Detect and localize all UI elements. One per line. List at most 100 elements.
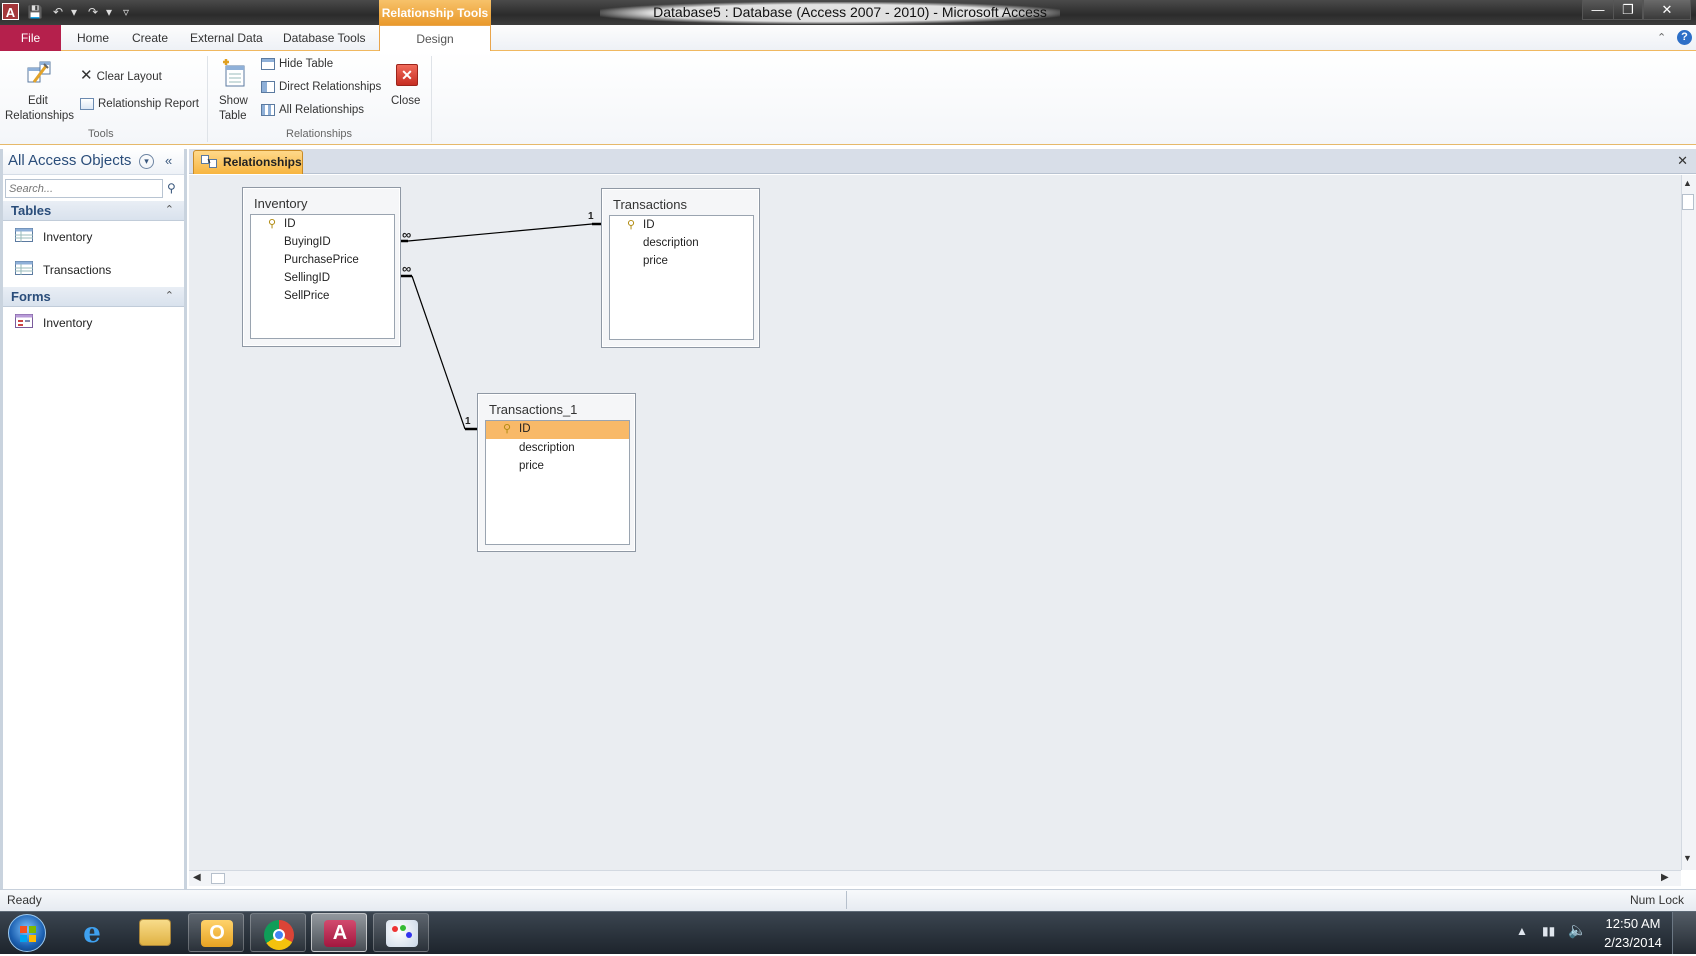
field-row-selected[interactable]: ⚲ ID <box>486 421 629 439</box>
scroll-down-arrow[interactable]: ▼ <box>1683 853 1692 863</box>
show-hidden-icons[interactable]: ▲ <box>1516 924 1528 938</box>
nav-section-tables[interactable]: Tables ⌃ <box>3 201 184 221</box>
vertical-scroll-thumb[interactable] <box>1682 194 1694 210</box>
taskbar-file-explorer[interactable] <box>127 913 183 952</box>
shutter-bar-collapse-icon[interactable]: « <box>165 153 172 168</box>
direct-relationships-button[interactable]: Direct Relationships <box>261 81 381 93</box>
relationships-canvas[interactable] <box>189 175 1681 870</box>
minimize-button[interactable]: — <box>1582 0 1614 20</box>
close-window-button[interactable]: ✕ <box>1643 0 1691 20</box>
horizontal-scroll-thumb[interactable] <box>211 873 225 884</box>
clear-layout-label: Clear Layout <box>96 71 162 83</box>
volume-icon[interactable]: 🔈 <box>1568 921 1587 939</box>
field-name: description <box>519 442 575 454</box>
collapse-section-icon[interactable]: ⌃ <box>165 203 174 216</box>
field-row[interactable]: SellingID <box>251 270 394 288</box>
tab-create[interactable]: Create <box>132 25 168 51</box>
taskbar-chrome[interactable] <box>250 913 306 952</box>
clock-time[interactable]: 12:50 AM <box>1598 916 1668 931</box>
search-icon[interactable]: ⚲ <box>167 181 176 195</box>
edit-relationships-icon[interactable] <box>24 58 54 88</box>
field-row[interactable]: price <box>486 458 629 476</box>
horizontal-scrollbar[interactable] <box>189 870 1681 886</box>
tools-group-label: Tools <box>88 128 114 140</box>
field-row[interactable]: PurchasePrice <box>251 252 394 270</box>
tab-external-data[interactable]: External Data <box>190 25 263 51</box>
edit-relationships-label-1[interactable]: Edit <box>28 95 48 107</box>
show-desktop-button[interactable] <box>1672 912 1696 954</box>
clear-layout-button[interactable]: ✕ Clear Layout <box>80 66 162 84</box>
save-icon[interactable]: 💾 <box>27 4 43 20</box>
field-list[interactable]: ⚲ ID description price <box>609 215 754 340</box>
vertical-scrollbar[interactable] <box>1681 175 1696 870</box>
edit-relationships-label-2[interactable]: Relationships <box>5 110 74 122</box>
tab-file[interactable]: File <box>0 25 61 51</box>
hide-table-button[interactable]: Hide Table <box>261 58 333 70</box>
table-name[interactable]: Inventory <box>254 196 307 211</box>
document-tab-bar <box>189 149 1696 174</box>
nav-section-forms[interactable]: Forms ⌃ <box>3 287 184 307</box>
close-document-icon[interactable]: ✕ <box>1677 153 1688 169</box>
nav-section-label: Forms <box>11 289 51 304</box>
table-name[interactable]: Transactions <box>613 197 687 212</box>
field-row[interactable]: ⚲ ID <box>251 216 394 234</box>
nav-item-inventory-form[interactable]: Inventory <box>3 308 184 338</box>
ribbon-separator <box>431 56 432 142</box>
help-icon[interactable]: ? <box>1677 30 1692 45</box>
scroll-right-arrow[interactable]: ▶ <box>1661 872 1669 883</box>
scroll-left-arrow[interactable]: ◀ <box>193 872 201 883</box>
access-icon: A <box>324 920 356 947</box>
redo-dropdown-icon[interactable]: ▾ <box>101 4 117 20</box>
network-icon[interactable]: ▮▮ <box>1542 924 1555 938</box>
relationship-report-label: Relationship Report <box>98 98 200 111</box>
undo-icon[interactable]: ↶ <box>50 4 66 20</box>
field-name: PurchasePrice <box>284 254 359 266</box>
taskbar-outlook[interactable]: O <box>188 913 244 952</box>
all-relationships-button[interactable]: All Relationships <box>261 104 364 116</box>
relationship-report-button[interactable]: Relationship Report <box>80 98 199 110</box>
minimize-ribbon-icon[interactable]: ⌃ <box>1657 31 1666 44</box>
field-row[interactable]: SellPrice <box>251 288 394 306</box>
one-cardinality-label: 1 <box>465 416 471 427</box>
scroll-up-arrow[interactable]: ▲ <box>1683 178 1692 188</box>
show-table-label-1[interactable]: Show <box>219 95 248 107</box>
field-row[interactable]: BuyingID <box>251 234 394 252</box>
tab-design[interactable]: Design <box>379 25 491 52</box>
nav-pane-title[interactable]: All Access Objects <box>8 152 131 169</box>
nav-item-label: Inventory <box>43 230 93 244</box>
close-relationships-label[interactable]: Close <box>391 95 420 107</box>
field-row[interactable]: ⚲ ID <box>610 217 753 235</box>
field-list[interactable]: ⚲ ID description price <box>485 420 630 545</box>
field-name: SellPrice <box>284 290 330 302</box>
collapse-section-icon[interactable]: ⌃ <box>165 289 174 302</box>
field-name: BuyingID <box>284 236 331 248</box>
start-button[interactable] <box>8 914 46 952</box>
redo-icon[interactable]: ↷ <box>85 4 101 20</box>
close-relationships-icon[interactable]: ✕ <box>396 64 418 86</box>
field-row[interactable]: price <box>610 253 753 271</box>
clock-date[interactable]: 2/23/2014 <box>1596 935 1670 950</box>
tab-home[interactable]: Home <box>77 25 109 51</box>
taskbar-paint[interactable] <box>373 913 429 952</box>
access-app-icon[interactable]: A <box>2 3 19 20</box>
table-box-inventory[interactable]: Inventory ⚲ ID BuyingID PurchasePrice Sel… <box>242 187 401 347</box>
tab-database-tools[interactable]: Database Tools <box>283 25 366 51</box>
restore-button[interactable]: ❐ <box>1613 0 1643 20</box>
taskbar-access[interactable]: A <box>311 913 367 952</box>
table-name[interactable]: Transactions_1 <box>489 402 577 417</box>
table-box-transactions-1[interactable]: Transactions_1 ⚲ ID description price <box>477 393 636 552</box>
taskbar-internet-explorer[interactable]: e <box>64 913 120 952</box>
field-list[interactable]: ⚲ ID BuyingID PurchasePrice SellingID Sel… <box>250 214 395 339</box>
field-row[interactable]: description <box>610 235 753 253</box>
status-divider <box>846 891 847 909</box>
show-table-label-2[interactable]: Table <box>219 110 247 122</box>
customize-qat-icon[interactable]: ▿ <box>118 4 134 20</box>
table-box-transactions[interactable]: Transactions ⚲ ID description price <box>601 188 760 348</box>
nav-item-inventory-table[interactable]: Inventory <box>3 222 184 252</box>
undo-dropdown-icon[interactable]: ▾ <box>66 4 82 20</box>
nav-menu-dropdown-icon[interactable]: ▾ <box>139 154 154 169</box>
nav-item-transactions-table[interactable]: Transactions <box>3 255 184 285</box>
show-table-icon[interactable] <box>220 58 248 88</box>
nav-search-input[interactable] <box>5 179 163 198</box>
field-row[interactable]: description <box>486 440 629 458</box>
